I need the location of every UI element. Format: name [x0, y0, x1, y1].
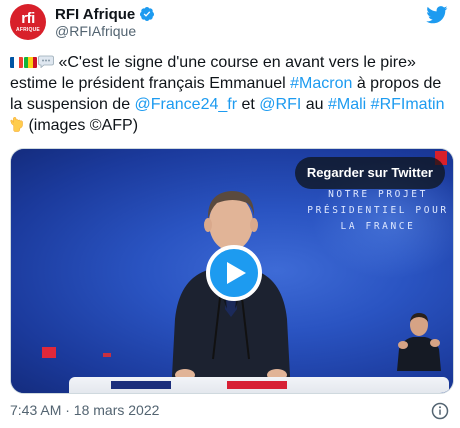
- pointing-down-icon: [10, 117, 23, 132]
- tweet-card[interactable]: rfi AFRIQUE RFI Afrique @RFIAfrique «C'e…: [0, 0, 460, 428]
- info-icon[interactable]: [431, 402, 449, 420]
- podium-flag-blue: [111, 381, 171, 389]
- twitter-logo-icon[interactable]: [426, 6, 448, 24]
- red-marker: [42, 347, 56, 358]
- campaign-backdrop-text: NOTRE PROJET PRÉSIDENTIEL POUR LA FRANCE: [303, 187, 453, 235]
- campaign-line: LA FRANCE: [340, 221, 416, 232]
- red-marker: [103, 353, 111, 357]
- author-display-name[interactable]: RFI Afrique: [55, 6, 135, 23]
- speech-bubble-icon: [38, 55, 54, 68]
- avatar-logo-subtext: AFRIQUE: [16, 27, 40, 33]
- tweet-text-segment: au: [301, 96, 328, 113]
- verified-badge-icon: [140, 7, 155, 21]
- campaign-line: NOTRE PROJET: [328, 189, 428, 200]
- mention-france24-link[interactable]: @France24_fr: [135, 96, 238, 113]
- mention-rfi-link[interactable]: @RFI: [259, 96, 301, 113]
- campaign-line: PRÉSIDENTIEL POUR: [307, 205, 449, 216]
- play-icon: [227, 262, 246, 284]
- tweet-text-segment: (images ©AFP): [24, 117, 139, 134]
- tweet-timestamp[interactable]: 7:43 AM · 18 mars 2022: [10, 402, 159, 418]
- avatar-logo-text: rfi: [21, 10, 35, 27]
- author-handle[interactable]: @RFIAfrique: [55, 23, 136, 39]
- flag-mali-icon: [24, 57, 37, 68]
- hashtag-mali-link[interactable]: #Mali: [328, 96, 366, 113]
- hashtag-rfimatin-link[interactable]: #RFImatin: [371, 96, 445, 113]
- hashtag-macron-link[interactable]: #Macron: [290, 75, 352, 92]
- tweet-text: «C'est le signe d'une course en avant ve…: [10, 52, 450, 136]
- flag-france-icon: [10, 57, 23, 68]
- sign-language-interpreter: [397, 313, 441, 371]
- watch-on-twitter-button[interactable]: Regarder sur Twitter: [294, 157, 445, 189]
- video-player[interactable]: NOTRE PROJET PRÉSIDENTIEL POUR LA FRANCE: [10, 148, 454, 394]
- avatar[interactable]: rfi AFRIQUE: [10, 4, 46, 40]
- play-button[interactable]: [206, 245, 262, 301]
- tweet-text-segment: et: [237, 96, 260, 113]
- author-name-row[interactable]: RFI Afrique: [55, 5, 155, 23]
- podium-flag-red: [227, 381, 287, 389]
